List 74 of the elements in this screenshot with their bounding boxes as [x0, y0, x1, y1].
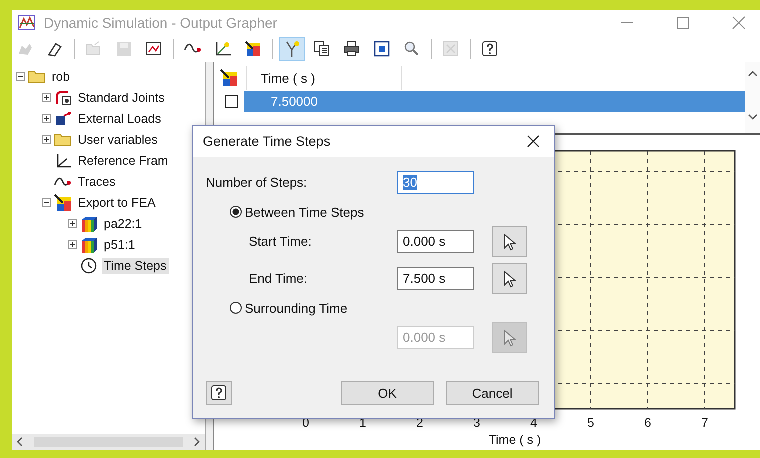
help-button[interactable]	[206, 381, 232, 405]
collapse-icon[interactable]	[42, 198, 51, 207]
expand-icon[interactable]	[42, 114, 51, 123]
probe-button[interactable]	[279, 36, 305, 60]
field-label: Start Time:	[248, 234, 313, 249]
copy-icon	[313, 40, 331, 58]
tick-label: 6	[644, 416, 652, 430]
help-icon	[210, 384, 228, 402]
help-icon	[481, 40, 499, 58]
radio-label[interactable]: Surrounding Time	[245, 300, 348, 316]
tree-item[interactable]: p51:1	[102, 236, 138, 252]
cancel-button[interactable]: Cancel	[446, 381, 539, 405]
scroll-left-icon[interactable]	[16, 437, 24, 447]
window-title: Dynamic Simulation - Output Grapher	[44, 14, 278, 30]
image-icon	[442, 40, 460, 58]
input-field[interactable]: 30	[397, 170, 474, 194]
field-label: Number of Steps:	[206, 174, 308, 190]
app-icon	[18, 14, 36, 30]
input-field[interactable]: 0.000 s	[397, 230, 474, 253]
radio-button[interactable]	[230, 302, 242, 314]
radio-button[interactable]	[230, 206, 242, 218]
box-arrow-icon	[54, 110, 72, 128]
clock-icon	[80, 256, 98, 274]
expand-icon[interactable]	[42, 93, 51, 102]
tick-label: 1	[360, 416, 366, 430]
chart-page-icon	[145, 40, 163, 58]
tree-item[interactable]: Export to FEA	[76, 194, 158, 210]
tree-item[interactable]: Reference Fram	[76, 152, 170, 168]
tree-item[interactable]: Standard Joints	[76, 90, 167, 106]
tree-item[interactable]: User variables	[76, 132, 160, 148]
cursor-icon	[502, 328, 518, 346]
tree-item[interactable]: External Loads	[76, 110, 164, 126]
tree-item[interactable]: Time Steps	[102, 258, 169, 274]
close-icon[interactable]	[527, 135, 540, 148]
horizontal-scrollbar[interactable]	[12, 434, 205, 450]
scroll-right-icon[interactable]	[193, 437, 201, 447]
pick-button[interactable]	[492, 226, 527, 257]
input-field[interactable]: 7.500 s	[397, 267, 474, 290]
cursor-icon	[502, 232, 518, 250]
column-header[interactable]: Time ( s )	[247, 66, 402, 90]
expand-icon[interactable]	[68, 219, 77, 228]
chart-axes-icon	[214, 40, 232, 58]
color-cube-icon	[80, 214, 98, 232]
printer-icon	[343, 40, 361, 58]
radio-label[interactable]: Between Time Steps	[245, 204, 364, 220]
expand-icon[interactable]	[42, 135, 51, 144]
dialog-title: Generate Time Steps	[203, 134, 331, 149]
tick-label: 7	[702, 416, 708, 430]
color-map-icon	[220, 69, 238, 87]
color-map-icon	[244, 40, 262, 58]
axis-label: Time ( s )	[488, 433, 542, 447]
color-cube-icon	[80, 236, 98, 254]
tree-item[interactable]: rob	[50, 68, 72, 84]
collapse-icon[interactable]	[16, 72, 25, 81]
tree-item[interactable]: Traces	[76, 174, 118, 190]
joint-icon	[54, 88, 72, 106]
tick-label: 4	[530, 416, 538, 430]
tick-label: 5	[588, 416, 594, 430]
color-map-icon	[54, 194, 72, 212]
tree-item[interactable]: pa22:1	[102, 216, 144, 232]
zoom-icon	[403, 40, 421, 58]
scroll-up-icon[interactable]	[748, 70, 758, 78]
checkbox[interactable]	[225, 94, 238, 108]
expand-icon[interactable]	[68, 240, 77, 249]
folder-icon	[85, 40, 103, 58]
field-label: End Time:	[248, 271, 309, 286]
scroll-down-icon[interactable]	[748, 113, 758, 121]
cursor-icon	[502, 270, 518, 288]
zoom-fit-icon	[373, 40, 391, 58]
ok-button[interactable]: OK	[341, 381, 434, 405]
maximize-icon[interactable]	[676, 16, 690, 30]
pick-button[interactable]	[492, 263, 527, 294]
vertical-scrollbar[interactable]	[745, 62, 760, 133]
table-cell-text: 7.50000	[270, 94, 318, 108]
